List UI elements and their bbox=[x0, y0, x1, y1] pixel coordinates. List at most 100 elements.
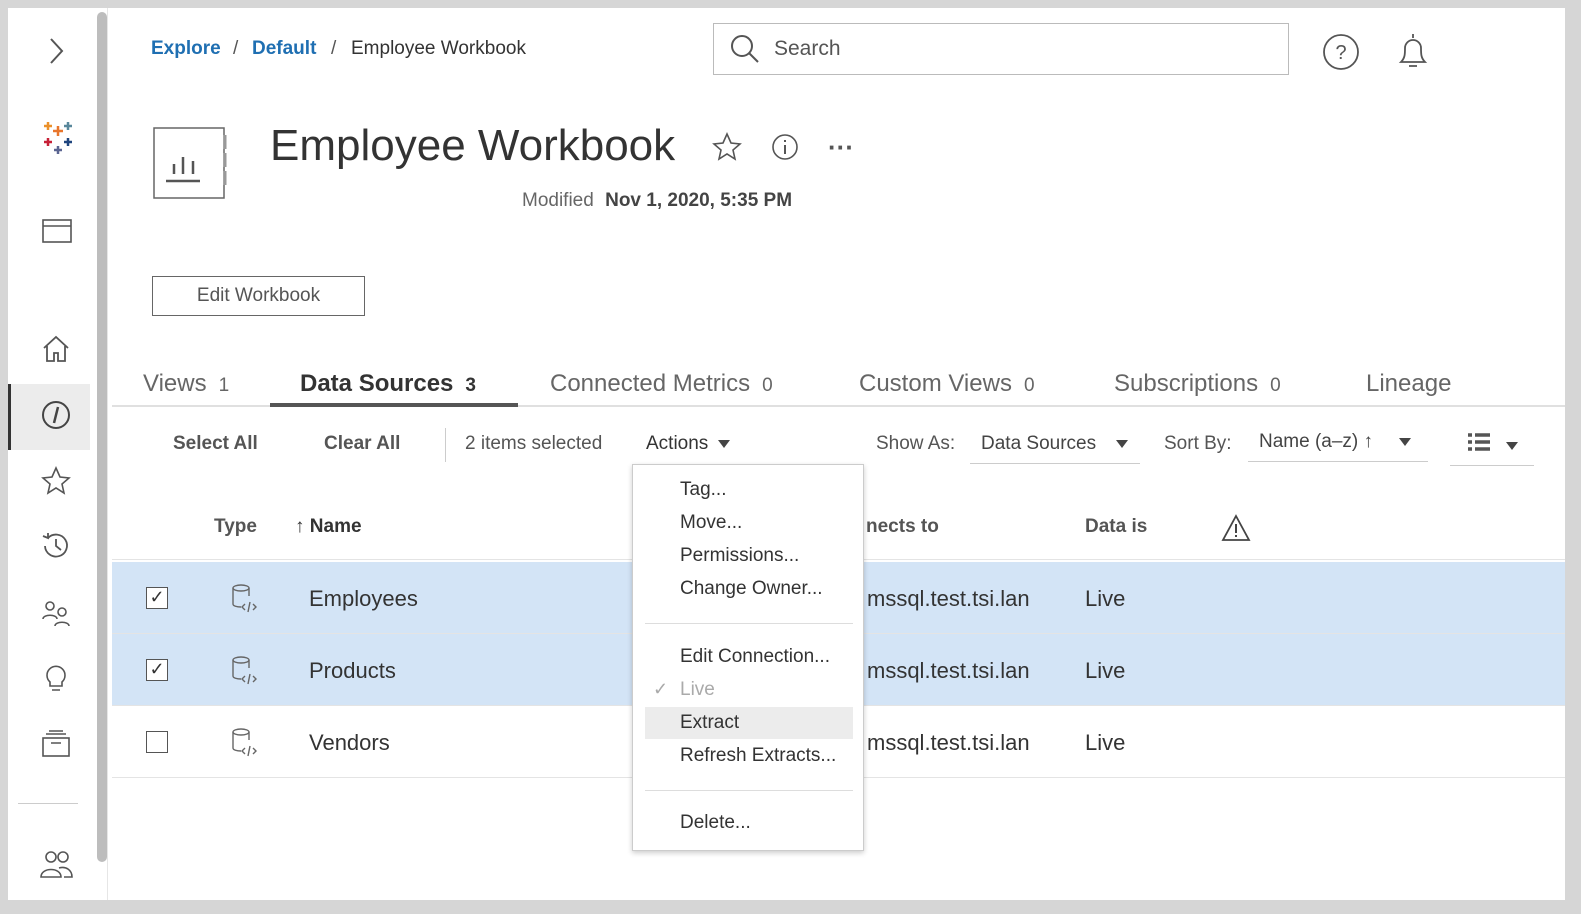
search-icon bbox=[731, 35, 759, 63]
tab-count: 0 bbox=[762, 375, 773, 396]
tab-label: Views bbox=[143, 370, 207, 397]
view-mode-select[interactable] bbox=[1450, 433, 1534, 466]
tab-label: Subscriptions bbox=[1114, 370, 1259, 397]
tab-count: 0 bbox=[1023, 375, 1035, 396]
sidebar-scrollbar[interactable] bbox=[97, 12, 107, 862]
datasource-icon bbox=[232, 656, 257, 685]
tab-label: Lineage bbox=[1366, 370, 1452, 397]
tab-views[interactable]: Views 1 bbox=[143, 370, 229, 398]
tab-count: 1 bbox=[218, 375, 230, 396]
notifications-bell-icon[interactable] bbox=[1395, 32, 1431, 77]
list-view-icon bbox=[1468, 433, 1490, 451]
sort-by-select[interactable]: Name (a–z) ↑ bbox=[1248, 431, 1428, 462]
datasource-name[interactable]: Employees bbox=[309, 586, 418, 612]
breadcrumb-default[interactable]: Default bbox=[252, 38, 316, 60]
tab-label: Custom Views bbox=[859, 370, 1012, 397]
modified-date: Nov 1, 2020, 5:35 PM bbox=[605, 190, 793, 211]
tab-count: 0 bbox=[1270, 375, 1281, 396]
column-header-type[interactable]: Type bbox=[214, 516, 257, 538]
edit-workbook-button[interactable]: Edit Workbook bbox=[152, 276, 365, 316]
selection-count: 2 items selected bbox=[465, 433, 603, 454]
show-as-value: Data Sources bbox=[981, 433, 1097, 454]
datasource-icon bbox=[232, 728, 257, 757]
menu-divider bbox=[645, 790, 853, 791]
tab-custom-views[interactable]: Custom Views 0 bbox=[859, 370, 1035, 398]
menu-item-edit-connection[interactable]: Edit Connection... bbox=[645, 641, 853, 673]
select-all-button[interactable]: Select All bbox=[173, 433, 258, 455]
datasource-name[interactable]: Products bbox=[309, 658, 396, 684]
tab-connected-metrics[interactable]: Connected Metrics 0 bbox=[550, 370, 773, 398]
connects-to: mssql.test.tsi.lan bbox=[867, 658, 1030, 683]
toolbar-divider bbox=[445, 428, 446, 462]
column-header-name[interactable]: ↑ Name bbox=[295, 516, 362, 538]
modified-label: Modified bbox=[522, 190, 594, 211]
sort-by-label: Sort By: bbox=[1164, 433, 1232, 454]
active-tab-indicator bbox=[270, 403, 518, 407]
info-icon[interactable] bbox=[770, 132, 800, 167]
breadcrumb-separator: / bbox=[233, 38, 239, 59]
tab-label: Data Sources bbox=[300, 370, 454, 397]
data-is: Live bbox=[1085, 586, 1126, 611]
row-checkbox[interactable] bbox=[146, 731, 168, 753]
menu-divider bbox=[645, 623, 853, 624]
caret-down-icon bbox=[1506, 441, 1518, 450]
warning-icon bbox=[1221, 514, 1251, 547]
sidebar-divider bbox=[18, 803, 78, 804]
data-is: Live bbox=[1085, 730, 1126, 755]
menu-item-tag[interactable]: Tag... bbox=[645, 474, 853, 506]
actions-menu: Tag... Move... Permissions... Change Own… bbox=[632, 464, 864, 851]
datasource-name[interactable]: Vendors bbox=[309, 730, 390, 756]
svg-text:?: ? bbox=[1335, 42, 1346, 64]
tab-lineage[interactable]: Lineage bbox=[1366, 370, 1451, 398]
caret-down-icon bbox=[1399, 437, 1412, 446]
menu-item-delete[interactable]: Delete... bbox=[645, 807, 853, 839]
tab-label: Connected Metrics bbox=[550, 370, 751, 397]
search-input[interactable]: Search bbox=[713, 23, 1289, 75]
page-title: Employee Workbook bbox=[270, 121, 676, 170]
search-placeholder: Search bbox=[774, 37, 841, 60]
data-is: Live bbox=[1085, 658, 1126, 683]
datasource-icon bbox=[232, 584, 257, 613]
caret-down-icon bbox=[1116, 439, 1129, 448]
favorite-star-icon[interactable] bbox=[712, 132, 742, 167]
breadcrumb-current: Employee Workbook bbox=[351, 38, 526, 59]
recents-clock-icon[interactable] bbox=[38, 528, 74, 564]
breadcrumb-explore[interactable]: Explore bbox=[151, 38, 221, 60]
recommendations-lightbulb-icon[interactable] bbox=[38, 660, 74, 696]
row-checkbox[interactable]: ✓ bbox=[146, 659, 168, 681]
home-icon[interactable] bbox=[38, 331, 74, 367]
actions-label: Actions bbox=[646, 433, 709, 454]
column-header-connects-to[interactable]: nects to bbox=[866, 516, 939, 538]
favorites-star-icon[interactable] bbox=[38, 463, 74, 499]
menu-item-refresh-extracts[interactable]: Refresh Extracts... bbox=[645, 740, 853, 772]
menu-item-change-owner[interactable]: Change Owner... bbox=[645, 573, 853, 605]
expand-chevron-icon[interactable] bbox=[38, 33, 74, 69]
caret-down-icon bbox=[718, 439, 731, 448]
workbook-thumbnail-icon bbox=[153, 127, 229, 206]
clear-all-button[interactable]: Clear All bbox=[324, 433, 400, 455]
tableau-logo-icon bbox=[38, 120, 74, 156]
row-checkbox[interactable]: ✓ bbox=[146, 587, 168, 609]
tab-subscriptions[interactable]: Subscriptions 0 bbox=[1114, 370, 1281, 398]
menu-item-extract[interactable]: Extract bbox=[645, 707, 853, 739]
tab-data-sources[interactable]: Data Sources 3 bbox=[300, 370, 476, 398]
menu-item-live: Live bbox=[680, 679, 715, 700]
more-options-icon[interactable]: ··· bbox=[828, 132, 854, 163]
show-as-label: Show As: bbox=[876, 433, 956, 454]
users-icon[interactable] bbox=[38, 846, 74, 882]
sidebar bbox=[8, 8, 108, 900]
browser-window-icon[interactable] bbox=[42, 213, 78, 249]
menu-item-move[interactable]: Move... bbox=[645, 507, 853, 539]
menu-item-permissions[interactable]: Permissions... bbox=[645, 540, 853, 572]
column-header-data-is[interactable]: Data is bbox=[1085, 516, 1147, 538]
help-icon[interactable]: ? bbox=[1321, 32, 1361, 77]
connects-to: mssql.test.tsi.lan bbox=[867, 730, 1030, 755]
show-as-select[interactable]: Data Sources bbox=[970, 433, 1140, 464]
shared-users-icon[interactable] bbox=[38, 595, 74, 631]
tab-count: 3 bbox=[465, 375, 476, 396]
explore-compass-icon[interactable] bbox=[38, 397, 74, 433]
connects-to: mssql.test.tsi.lan bbox=[867, 586, 1030, 611]
collections-archive-icon[interactable] bbox=[38, 726, 74, 762]
actions-dropdown[interactable]: Actions bbox=[646, 433, 731, 455]
sort-by-value: Name (a–z) ↑ bbox=[1259, 431, 1374, 452]
